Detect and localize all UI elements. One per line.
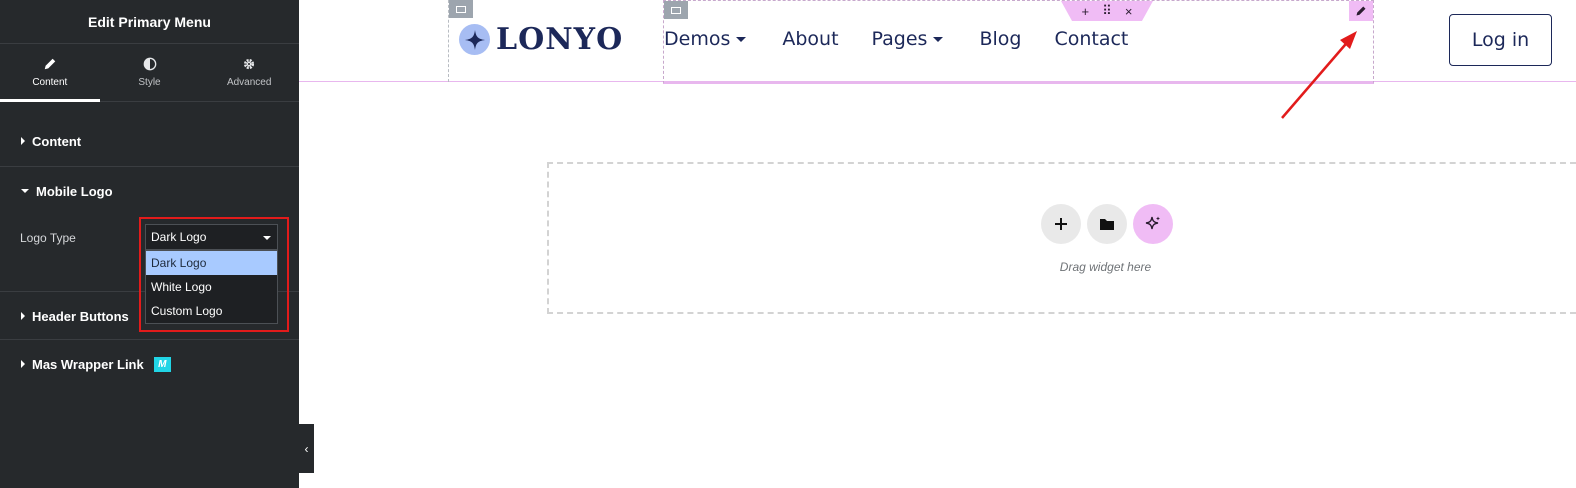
section-mas-wrapper-link: Mas Wrapper Link M — [0, 340, 299, 388]
tab-advanced-label: Advanced — [226, 77, 272, 88]
tab-advanced[interactable]: Advanced — [199, 44, 299, 101]
section-mas-wrapper-link-label: Mas Wrapper Link — [32, 356, 144, 372]
mas-badge: M — [153, 356, 171, 372]
logo-type-label: Logo Type — [20, 231, 76, 245]
caret-right-icon — [21, 360, 25, 368]
tab-style[interactable]: Style — [100, 44, 200, 101]
highlight-box — [139, 217, 289, 332]
annotation-arrow — [1281, 31, 1357, 119]
caret-right-icon — [21, 312, 25, 320]
tab-style-label: Style — [138, 77, 161, 88]
page-canvas: LONYO + ⠿ × Demos About Pages Blog Conta… — [299, 0, 1576, 488]
section-mobile-logo-label: Mobile Logo — [36, 183, 113, 199]
tab-content[interactable]: Content — [0, 44, 100, 102]
caret-down-icon — [21, 189, 29, 193]
gear-icon — [244, 58, 255, 70]
caret-right-icon — [21, 137, 25, 145]
section-mobile-logo-toggle[interactable]: Mobile Logo — [0, 167, 299, 215]
contrast-icon — [143, 57, 156, 71]
pencil-icon — [44, 58, 56, 70]
section-content-label: Content — [32, 133, 82, 149]
tab-content-label: Content — [32, 77, 68, 88]
section-mas-wrapper-link-toggle[interactable]: Mas Wrapper Link M — [0, 340, 299, 388]
panel-tabs: Content Style Advanced — [0, 44, 299, 102]
panel-title: Edit Primary Menu — [0, 0, 299, 44]
section-content: Content — [0, 102, 299, 167]
section-header-buttons-label: Header Buttons — [32, 308, 129, 324]
